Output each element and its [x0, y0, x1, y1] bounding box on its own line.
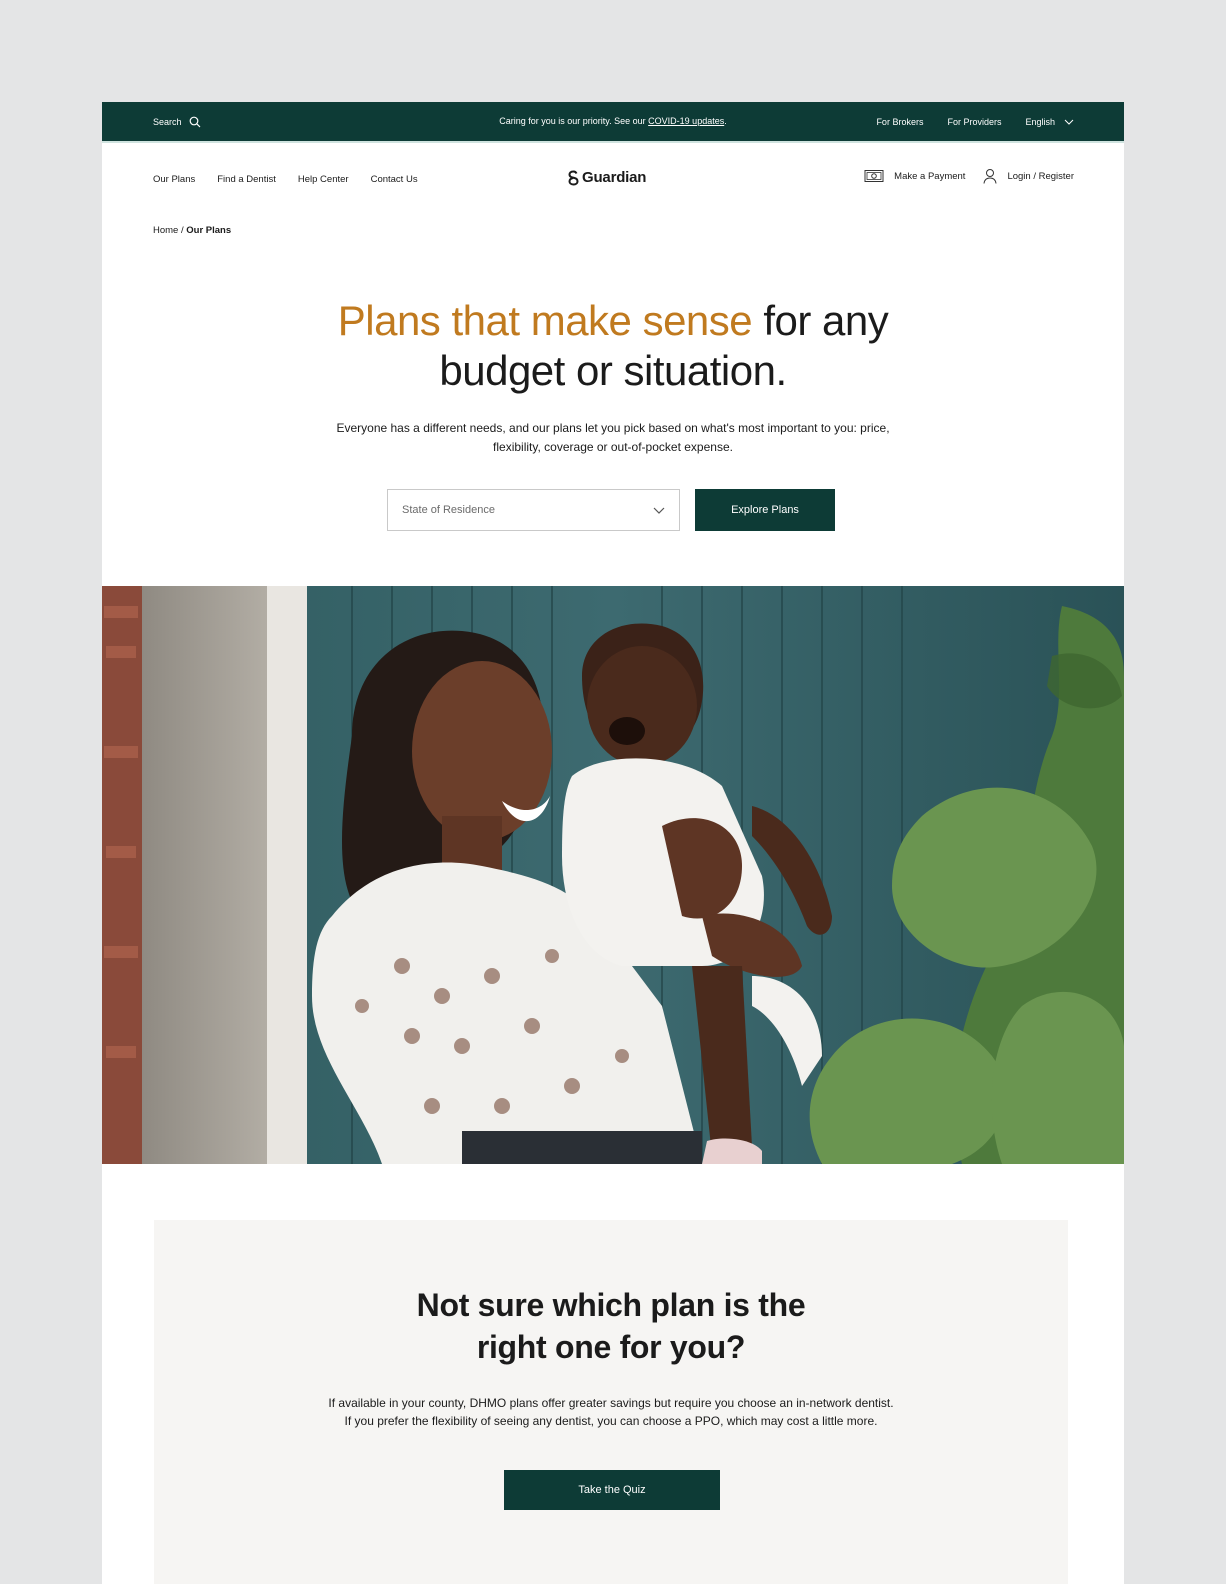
nav-find-a-dentist[interactable]: Find a Dentist — [217, 174, 276, 185]
user-icon — [983, 169, 997, 184]
login-register-link[interactable]: Login / Register — [983, 168, 1074, 184]
search-icon — [189, 116, 200, 127]
search-label: Search — [153, 116, 182, 127]
state-select-placeholder: State of Residence — [402, 504, 495, 516]
page: Search Caring for you is our priority. S… — [102, 102, 1124, 1584]
hero-description: Everyone has a different needs, and our … — [336, 421, 890, 454]
breadcrumb-current: Our Plans — [186, 225, 232, 236]
chevron-down-icon — [1064, 119, 1074, 125]
language-select[interactable]: English — [1025, 117, 1074, 127]
explore-plans-button[interactable]: Explore Plans — [695, 489, 835, 531]
utility-bar: Search Caring for you is our priority. S… — [102, 102, 1124, 141]
chevron-down-icon — [653, 507, 665, 514]
hero-title: Plans that make sense for any budget or … — [102, 296, 1124, 396]
hero-title-line2: budget or situation. — [439, 347, 787, 394]
quiz-title-line1: Not sure which plan is the — [416, 1287, 806, 1323]
hero-photo-mother-and-baby — [102, 586, 1124, 1164]
plan-quiz-section: Not sure which plan is the right one for… — [154, 1220, 1068, 1584]
logo-text: Guardian — [582, 169, 647, 186]
quiz-description: If available in your county, DHMO plans … — [328, 1396, 894, 1428]
breadcrumb: Home / Our Plans — [153, 225, 231, 236]
covid-updates-link[interactable]: COVID-19 updates — [648, 116, 724, 126]
breadcrumb-home[interactable]: Home — [153, 225, 178, 236]
nav-contact-us[interactable]: Contact Us — [371, 174, 418, 185]
hero-title-accent: Plans that make sense — [337, 297, 753, 344]
hero-photo-illustration — [102, 586, 1124, 1164]
quiz-title-line2: right one for you? — [476, 1329, 746, 1365]
hero-title-rest: for any — [752, 297, 889, 344]
main-nav: Our Plans Find a Dentist Help Center Con… — [102, 141, 1124, 214]
make-payment-link[interactable]: Make a Payment — [864, 169, 965, 183]
for-brokers-link[interactable]: For Brokers — [876, 117, 923, 127]
search-link[interactable]: Search — [153, 102, 201, 141]
guardian-logo-icon — [568, 170, 579, 186]
make-payment-label: Make a Payment — [894, 170, 966, 182]
language-label: English — [1025, 116, 1055, 127]
quiz-title: Not sure which plan is the right one for… — [154, 1284, 1068, 1368]
nav-our-plans[interactable]: Our Plans — [153, 174, 195, 185]
login-register-label: Login / Register — [1007, 170, 1074, 182]
guardian-logo[interactable]: Guardian — [568, 169, 646, 186]
for-providers-link[interactable]: For Providers — [947, 117, 1001, 127]
take-the-quiz-button[interactable]: Take the Quiz — [504, 1470, 720, 1510]
payment-icon — [864, 170, 884, 182]
nav-help-center[interactable]: Help Center — [298, 174, 349, 185]
state-of-residence-select[interactable]: State of Residence — [387, 489, 680, 531]
